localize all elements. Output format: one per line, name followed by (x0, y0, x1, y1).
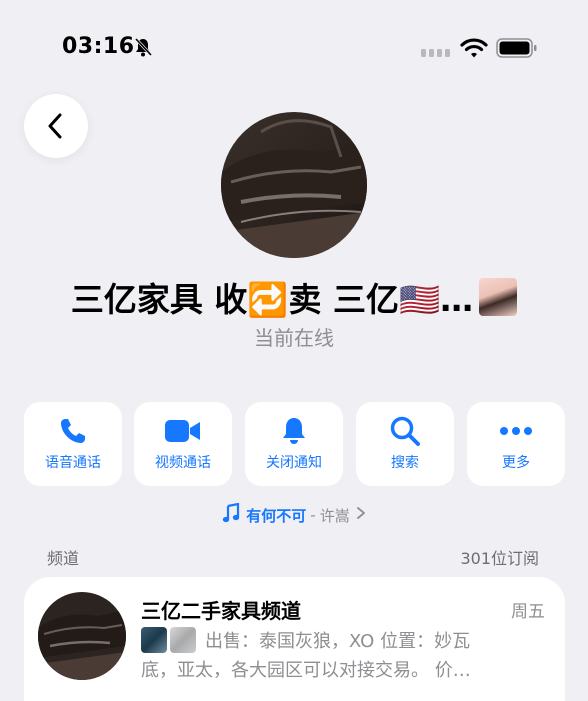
more-button[interactable]: 更多 (467, 402, 565, 486)
channel-last-post-day: 周五 (511, 602, 545, 622)
battery-icon (496, 37, 538, 63)
status-time: 03:16 (62, 34, 135, 59)
search-icon (389, 416, 421, 446)
action-bar: 语音通话 视频通话 关闭通知 搜索 更多 (24, 402, 565, 486)
back-button[interactable] (24, 94, 88, 158)
voice-call-button[interactable]: 语音通话 (24, 402, 122, 486)
profile-avatar[interactable] (221, 112, 367, 258)
channel-preview-line1: 出售：泰国灰狼，XO 位置：妙瓦 (205, 631, 471, 652)
status-bar: 03:16 (0, 0, 588, 90)
video-icon (164, 416, 202, 446)
search-label: 搜索 (391, 455, 419, 471)
name-sticker-image (479, 278, 518, 316)
silent-bell-icon (133, 37, 153, 61)
profile-name-row: 三亿家具 收🔁卖 三亿🇺🇸… (0, 272, 588, 322)
chevron-right-icon (356, 506, 366, 524)
subscriber-count: 301位订阅 (460, 549, 539, 568)
mute-notifications-button[interactable]: 关闭通知 (245, 402, 343, 486)
voice-call-label: 语音通话 (45, 455, 101, 471)
chevron-left-icon (48, 113, 62, 139)
more-icon (499, 416, 533, 446)
search-button[interactable]: 搜索 (356, 402, 454, 486)
phone-icon (58, 416, 88, 446)
channel-avatar (38, 592, 126, 680)
video-call-label: 视频通话 (155, 455, 211, 471)
video-call-button[interactable]: 视频通话 (134, 402, 232, 486)
channel-card[interactable]: 三亿二手家具频道 周五 出售：泰国灰狼，XO 位置：妙瓦 底，亚太，各大园区可以… (24, 577, 565, 701)
signal-icon (421, 42, 451, 61)
bell-icon (280, 416, 308, 446)
song-artist: 许嵩 (319, 506, 350, 525)
online-status: 当前在线 (254, 326, 334, 350)
channel-preview-line2: 底，亚太，各大园区可以对接交易。 价… (141, 660, 471, 681)
channel-section-label: 频道 (47, 549, 80, 568)
channel-title: 三亿二手家具频道 (141, 599, 301, 623)
wifi-icon (460, 37, 488, 63)
song-title: 有何不可 (246, 506, 307, 525)
song-separator: - (310, 506, 316, 524)
profile-music[interactable]: 有何不可 - 许嵩 (0, 502, 588, 527)
profile-name: 三亿家具 收🔁卖 三亿🇺🇸… (70, 280, 474, 319)
music-note-icon (222, 502, 240, 527)
more-label: 更多 (502, 455, 530, 471)
mute-notifications-label: 关闭通知 (266, 455, 322, 471)
